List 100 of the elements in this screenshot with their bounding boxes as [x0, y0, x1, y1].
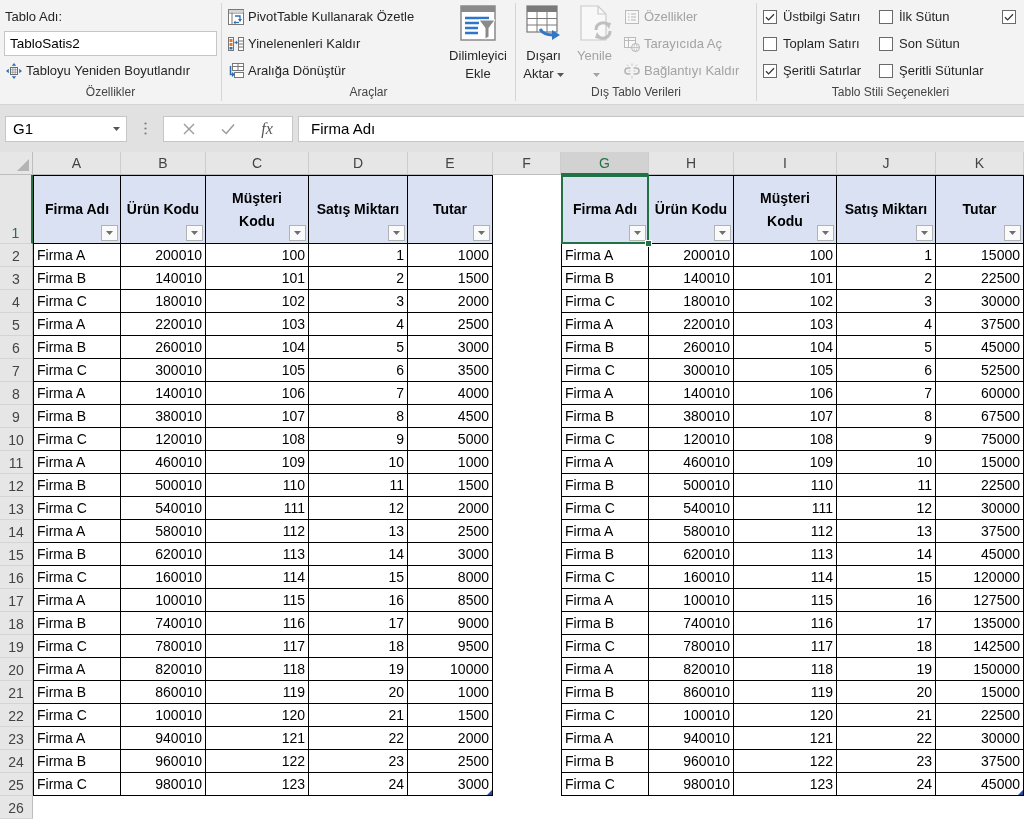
column-header[interactable]: B: [121, 152, 206, 175]
column-header[interactable]: I: [734, 152, 837, 175]
ribbon-button[interactable]: Aralığa Dönüştür: [226, 58, 418, 83]
table-cell: 140010: [121, 267, 206, 290]
filter-button[interactable]: [101, 225, 118, 241]
column-title: Tutar: [432, 200, 468, 219]
table-cell: 106: [734, 382, 837, 405]
checkbox[interactable]: [763, 63, 777, 78]
ribbon-button[interactable]: Dilimleyici Ekle: [445, 3, 511, 83]
table-cell: 4: [309, 313, 408, 336]
row-header[interactable]: 7: [0, 359, 33, 382]
table-cell: 117: [734, 635, 837, 658]
row-header[interactable]: 19: [0, 635, 33, 658]
row-header[interactable]: 14: [0, 520, 33, 543]
table-cell: 460010: [121, 451, 206, 474]
filter-button[interactable]: [1004, 225, 1021, 241]
checkbox[interactable]: [879, 9, 893, 24]
table-cell: 160010: [649, 566, 734, 589]
row-header[interactable]: 1: [0, 175, 33, 244]
row-header[interactable]: 15: [0, 543, 33, 566]
row-header[interactable]: 17: [0, 589, 33, 612]
checkbox-label[interactable]: Şeritli Sütunlar: [899, 63, 984, 78]
row-header[interactable]: 21: [0, 681, 33, 704]
row-header[interactable]: 2: [0, 244, 33, 267]
column-header[interactable]: G: [561, 152, 649, 175]
resize-handle-icon[interactable]: [487, 790, 492, 795]
ribbon-button[interactable]: PivotTable Kullanarak Özetle: [226, 4, 418, 29]
ribbon-button[interactable]: Tabloyu Yeniden Boyutlandır: [4, 58, 217, 83]
table-cell: 220010: [121, 313, 206, 336]
column-header[interactable]: K: [936, 152, 1024, 175]
row-header[interactable]: 13: [0, 497, 33, 520]
table-cell: 11: [309, 474, 408, 497]
checkbox[interactable]: [1002, 9, 1016, 24]
table-cell: 960010: [121, 750, 206, 773]
table-cell: 22: [837, 727, 936, 750]
row-header[interactable]: 20: [0, 658, 33, 681]
resize-handle-icon[interactable]: [1018, 790, 1023, 795]
table-cell: 114: [734, 566, 837, 589]
table-cell: 200010: [121, 244, 206, 267]
table-cell: 4: [837, 313, 936, 336]
checkbox[interactable]: [763, 9, 777, 24]
ribbon-button[interactable]: Dışarı Aktar: [520, 3, 567, 83]
table-cell: 17: [309, 612, 408, 635]
ribbon-button[interactable]: Yinelenenleri Kaldır: [226, 31, 418, 56]
row-header[interactable]: 9: [0, 405, 33, 428]
vertical-dots-icon[interactable]: [143, 122, 147, 135]
row-header[interactable]: 3: [0, 267, 33, 290]
checkbox[interactable]: [763, 36, 777, 51]
column-header[interactable]: A: [33, 152, 121, 175]
table-cell: 8000: [408, 566, 493, 589]
row-header[interactable]: 16: [0, 566, 33, 589]
row-header[interactable]: 24: [0, 750, 33, 773]
formula-input[interactable]: Firma Adı: [298, 115, 1024, 142]
insert-function-button[interactable]: fx: [257, 117, 277, 140]
table-cell: Firma C: [561, 635, 649, 658]
column-header[interactable]: H: [649, 152, 734, 175]
row-header[interactable]: 5: [0, 313, 33, 336]
table-cell: Firma A: [33, 451, 121, 474]
table-cell: Firma A: [561, 520, 649, 543]
checkbox-label[interactable]: Toplam Satırı: [783, 36, 860, 51]
column-header[interactable]: D: [309, 152, 408, 175]
checkbox-label[interactable]: İlk Sütun: [899, 9, 950, 24]
filter-button[interactable]: [388, 225, 405, 241]
row-header[interactable]: 6: [0, 336, 33, 359]
table-cell: Firma B: [561, 543, 649, 566]
row-header[interactable]: 23: [0, 727, 33, 750]
table-cell: 200010: [649, 244, 734, 267]
filter-button[interactable]: [473, 225, 490, 241]
row-header[interactable]: 12: [0, 474, 33, 497]
row-header[interactable]: 22: [0, 704, 33, 727]
table-name-field[interactable]: TabloSatis2: [4, 31, 217, 56]
table-cell: Firma C: [33, 497, 121, 520]
filter-button[interactable]: [714, 225, 731, 241]
checkbox[interactable]: [879, 36, 893, 51]
row-header[interactable]: 4: [0, 290, 33, 313]
row-header[interactable]: 25: [0, 773, 33, 796]
table-cell: 2000: [408, 497, 493, 520]
checkbox-label[interactable]: Şeritli Satırlar: [783, 63, 862, 78]
row-header[interactable]: 11: [0, 451, 33, 474]
row-header[interactable]: 26: [0, 796, 33, 819]
filter-button[interactable]: [289, 225, 306, 241]
table-cell: 580010: [649, 520, 734, 543]
table-cell: Firma C: [561, 428, 649, 451]
name-box[interactable]: G1: [5, 115, 127, 142]
column-header[interactable]: F: [493, 152, 561, 175]
filter-button[interactable]: [629, 225, 646, 241]
checkbox-label[interactable]: Üstbilgi Satırı: [783, 9, 861, 24]
row-header[interactable]: 18: [0, 612, 33, 635]
table-cell: 9: [837, 428, 936, 451]
filter-button[interactable]: [186, 225, 203, 241]
filter-button[interactable]: [817, 225, 834, 241]
filter-button[interactable]: [916, 225, 933, 241]
column-header[interactable]: C: [206, 152, 309, 175]
row-header[interactable]: 10: [0, 428, 33, 451]
row-header[interactable]: 8: [0, 382, 33, 405]
fill-handle-icon[interactable]: [645, 240, 652, 247]
checkbox-label[interactable]: Son Sütun: [899, 36, 960, 51]
checkbox[interactable]: [879, 63, 893, 78]
column-header[interactable]: J: [837, 152, 936, 175]
column-header[interactable]: E: [408, 152, 493, 175]
